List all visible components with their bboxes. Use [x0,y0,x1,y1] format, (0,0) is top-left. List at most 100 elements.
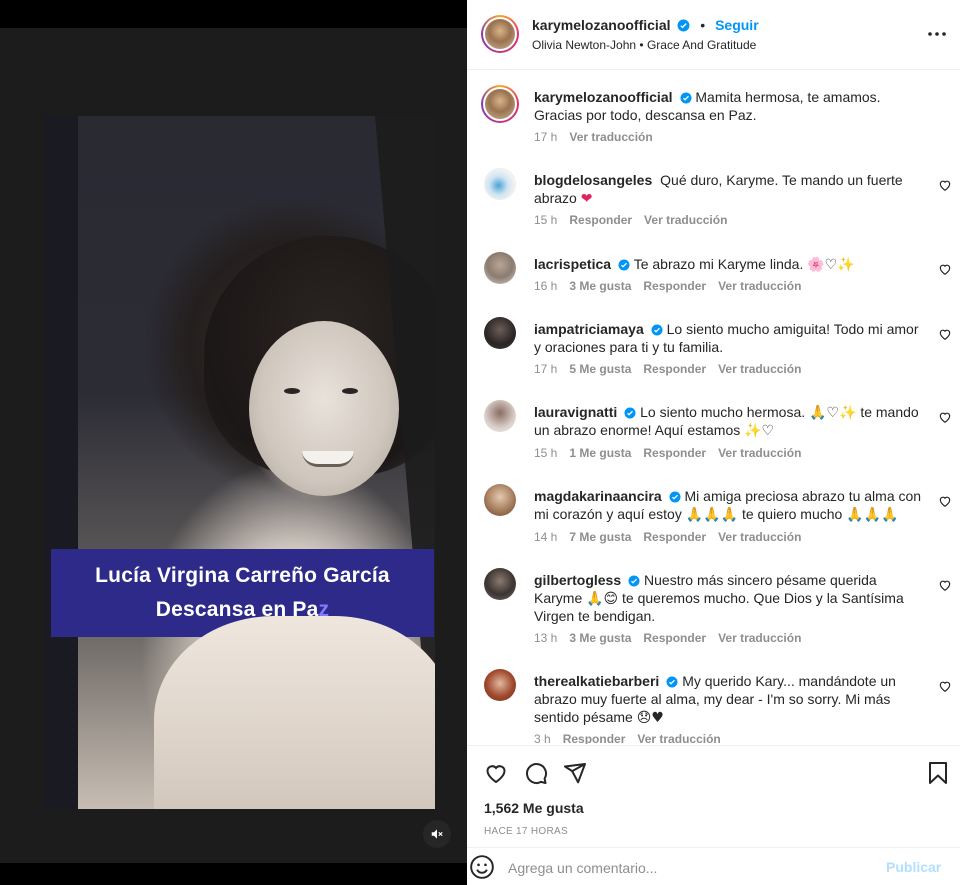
share-icon [564,763,586,784]
comment-username[interactable]: therealkatiebarberi [534,673,659,689]
comment-avatar[interactable] [484,317,516,349]
audio-separator: • [639,38,644,52]
post-panel: karymelozanoofficial • Seguir Olivia New… [467,0,960,885]
likes-count[interactable]: 1,562 Me gusta [484,800,584,816]
photo-eye [284,388,300,394]
heart-emoji: ❤ [580,191,593,207]
translate-link[interactable]: Ver traducción [569,130,652,144]
comment-body: Lo siento mucho hermosa. [640,404,806,420]
like-comment-icon[interactable] [938,327,952,341]
like-comment-icon[interactable] [938,578,952,592]
translate-link[interactable]: Ver traducción [644,213,727,227]
like-comment-icon[interactable] [938,494,952,508]
comment-likes[interactable]: 1 Me gusta [569,446,631,460]
comment-likes[interactable]: 7 Me gusta [569,530,631,544]
comment-time: 3 h [534,732,551,744]
emoji-group: 🙏🙏🙏 [846,507,899,523]
translate-link[interactable]: Ver traducción [718,530,801,544]
comment-avatar[interactable] [484,568,516,600]
more-options-button[interactable] [927,24,947,44]
verified-icon [651,324,663,336]
reply-link[interactable]: Responder [563,732,626,744]
photo-face [249,321,399,496]
publish-button[interactable]: Publicar [886,859,941,875]
follow-button[interactable]: Seguir [715,17,759,33]
comment-text: blogdelosangeles Qué duro, Karyme. Te ma… [534,171,919,207]
comment-avatar[interactable] [484,400,516,432]
comment-time: 15 h [534,446,558,460]
comment-avatar[interactable] [484,252,516,284]
reply-link[interactable]: Responder [643,631,706,645]
photo-eye [342,388,358,394]
header-user: karymelozanoofficial • Seguir [532,17,759,33]
reply-link[interactable]: Responder [569,213,632,227]
post-actions: 1,562 Me gusta HACE 17 HORAS [467,745,960,850]
reply-link[interactable]: Responder [643,530,706,544]
bookmark-icon [929,762,947,784]
comment-username[interactable]: lauravignatti [534,404,617,420]
comment-likes[interactable]: 3 Me gusta [569,631,631,645]
more-horizontal-icon [928,32,946,36]
translate-link[interactable]: Ver traducción [718,279,801,293]
save-button[interactable] [925,760,951,786]
comment-username[interactable]: karymelozanoofficial [534,89,673,105]
photo-mouth [302,451,354,467]
reply-link[interactable]: Responder [643,446,706,460]
share-button[interactable] [562,760,588,786]
emoji-icon[interactable] [469,854,495,880]
comment-likes[interactable]: 5 Me gusta [569,362,631,376]
comment-likes[interactable]: 3 Me gusta [569,279,631,293]
comment-username[interactable]: magdakarinaancira [534,488,662,504]
comment-input[interactable] [508,858,868,878]
reply-link[interactable]: Responder [643,279,706,293]
like-button[interactable] [483,760,509,786]
comment-time: 16 h [534,279,558,293]
comment-meta: 16 h 3 Me gusta Responder Ver traducción [534,279,813,293]
comments-list[interactable]: karymelozanoofficial Mamita hermosa, te … [467,71,960,744]
verified-icon [618,259,630,271]
comment-text: iampatriciamaya Lo siento mucho amiguita… [534,320,924,356]
verified-icon [669,491,681,503]
audio-info[interactable]: Olivia Newton-John • Grace And Gratitude [532,38,756,52]
like-comment-icon[interactable] [938,410,952,424]
comment-time: 13 h [534,631,558,645]
comment-text: gilbertogless Nuestro más sincero pésame… [534,571,926,625]
verified-icon [666,676,678,688]
comment-meta: 17 h Ver traducción [534,130,665,144]
author-username[interactable]: karymelozanoofficial [532,17,671,33]
comment-meta: 14 h 7 Me gusta Responder Ver traducción [534,530,813,544]
comment-avatar[interactable] [484,168,516,200]
comment-avatar[interactable] [484,669,516,701]
like-comment-icon[interactable] [938,262,952,276]
audio-track: Grace And Gratitude [646,38,757,52]
post-media[interactable]: Lucía Virgina Carreño García Descansa en… [0,0,467,885]
translate-link[interactable]: Ver traducción [718,362,801,376]
verified-icon [680,92,691,104]
emoji-group: 🙏😊 [586,591,619,607]
comment-avatar[interactable] [484,484,516,516]
comment-username[interactable]: gilbertogless [534,572,621,588]
comment-body-2: te quiero mucho [741,506,843,522]
emoji-group: 🙏🙏🙏 [685,507,739,523]
comment-button[interactable] [523,760,549,786]
like-comment-icon[interactable] [938,178,952,192]
comment-username[interactable]: lacrispetica [534,256,611,272]
translate-link[interactable]: Ver traducción [718,446,801,460]
comment-username[interactable]: iampatriciamaya [534,321,644,337]
reply-link[interactable]: Responder [643,362,706,376]
verified-icon [677,19,690,32]
comment-body: Te abrazo mi Karyme linda. [633,256,804,272]
like-comment-icon[interactable] [938,679,952,693]
translate-link[interactable]: Ver traducción [718,631,801,645]
comment-avatar[interactable] [481,85,519,123]
comment-meta: 3 h Responder Ver traducción [534,732,733,744]
mute-button[interactable] [423,820,451,848]
comment-text: magdakarinaancira Mi amiga preciosa abra… [534,487,926,523]
emoji-group: 😞♥ [636,710,664,726]
comment-icon [526,763,547,785]
caption-line-1: Lucía Virgina Carreño García [95,564,390,587]
comment-username[interactable]: blogdelosangeles [534,172,652,188]
photo-edge [44,116,78,809]
author-avatar[interactable] [481,15,519,53]
translate-link[interactable]: Ver traducción [637,732,720,744]
